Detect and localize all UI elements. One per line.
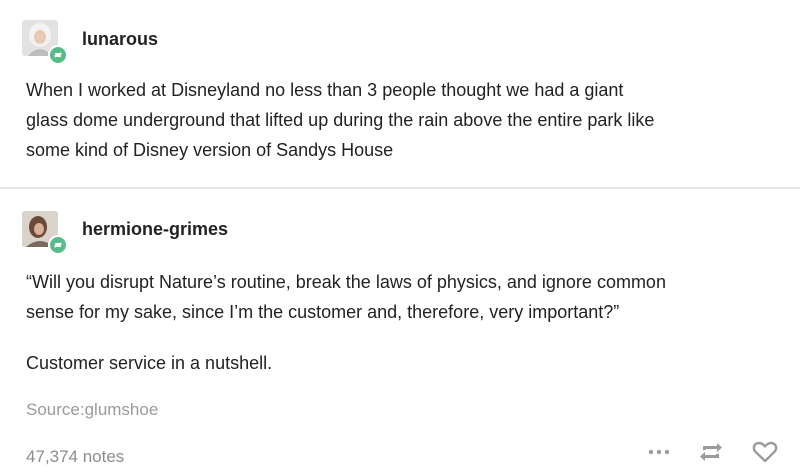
post-line: When I worked at Disneyland no less than… — [26, 80, 624, 100]
reblog-icon — [48, 235, 68, 255]
username[interactable]: hermione-grimes — [82, 218, 228, 240]
post-line: glass dome underground that lifted up du… — [26, 110, 655, 130]
post-quote: “Will you disrupt Nature’s routine, brea… — [26, 267, 786, 327]
post-line: some kind of Disney version of Sandys Ho… — [26, 140, 394, 160]
post-line: sense for my sake, since I’m the custome… — [26, 302, 620, 322]
post-text: Customer service in a nutshell. — [26, 353, 273, 373]
post-line: “Will you disrupt Nature’s routine, brea… — [26, 272, 666, 292]
username[interactable]: lunarous — [82, 28, 158, 50]
post-body: When I worked at Disneyland no less than… — [26, 75, 786, 165]
post-actions — [620, 440, 778, 464]
notes-count[interactable]: 47,374 notes — [26, 446, 124, 468]
source-link[interactable]: Source:glumshoe — [26, 399, 158, 421]
reblog-icon — [48, 45, 68, 65]
reblog-icon[interactable] — [698, 440, 724, 464]
more-icon[interactable] — [648, 448, 670, 456]
heart-icon[interactable] — [752, 440, 778, 464]
